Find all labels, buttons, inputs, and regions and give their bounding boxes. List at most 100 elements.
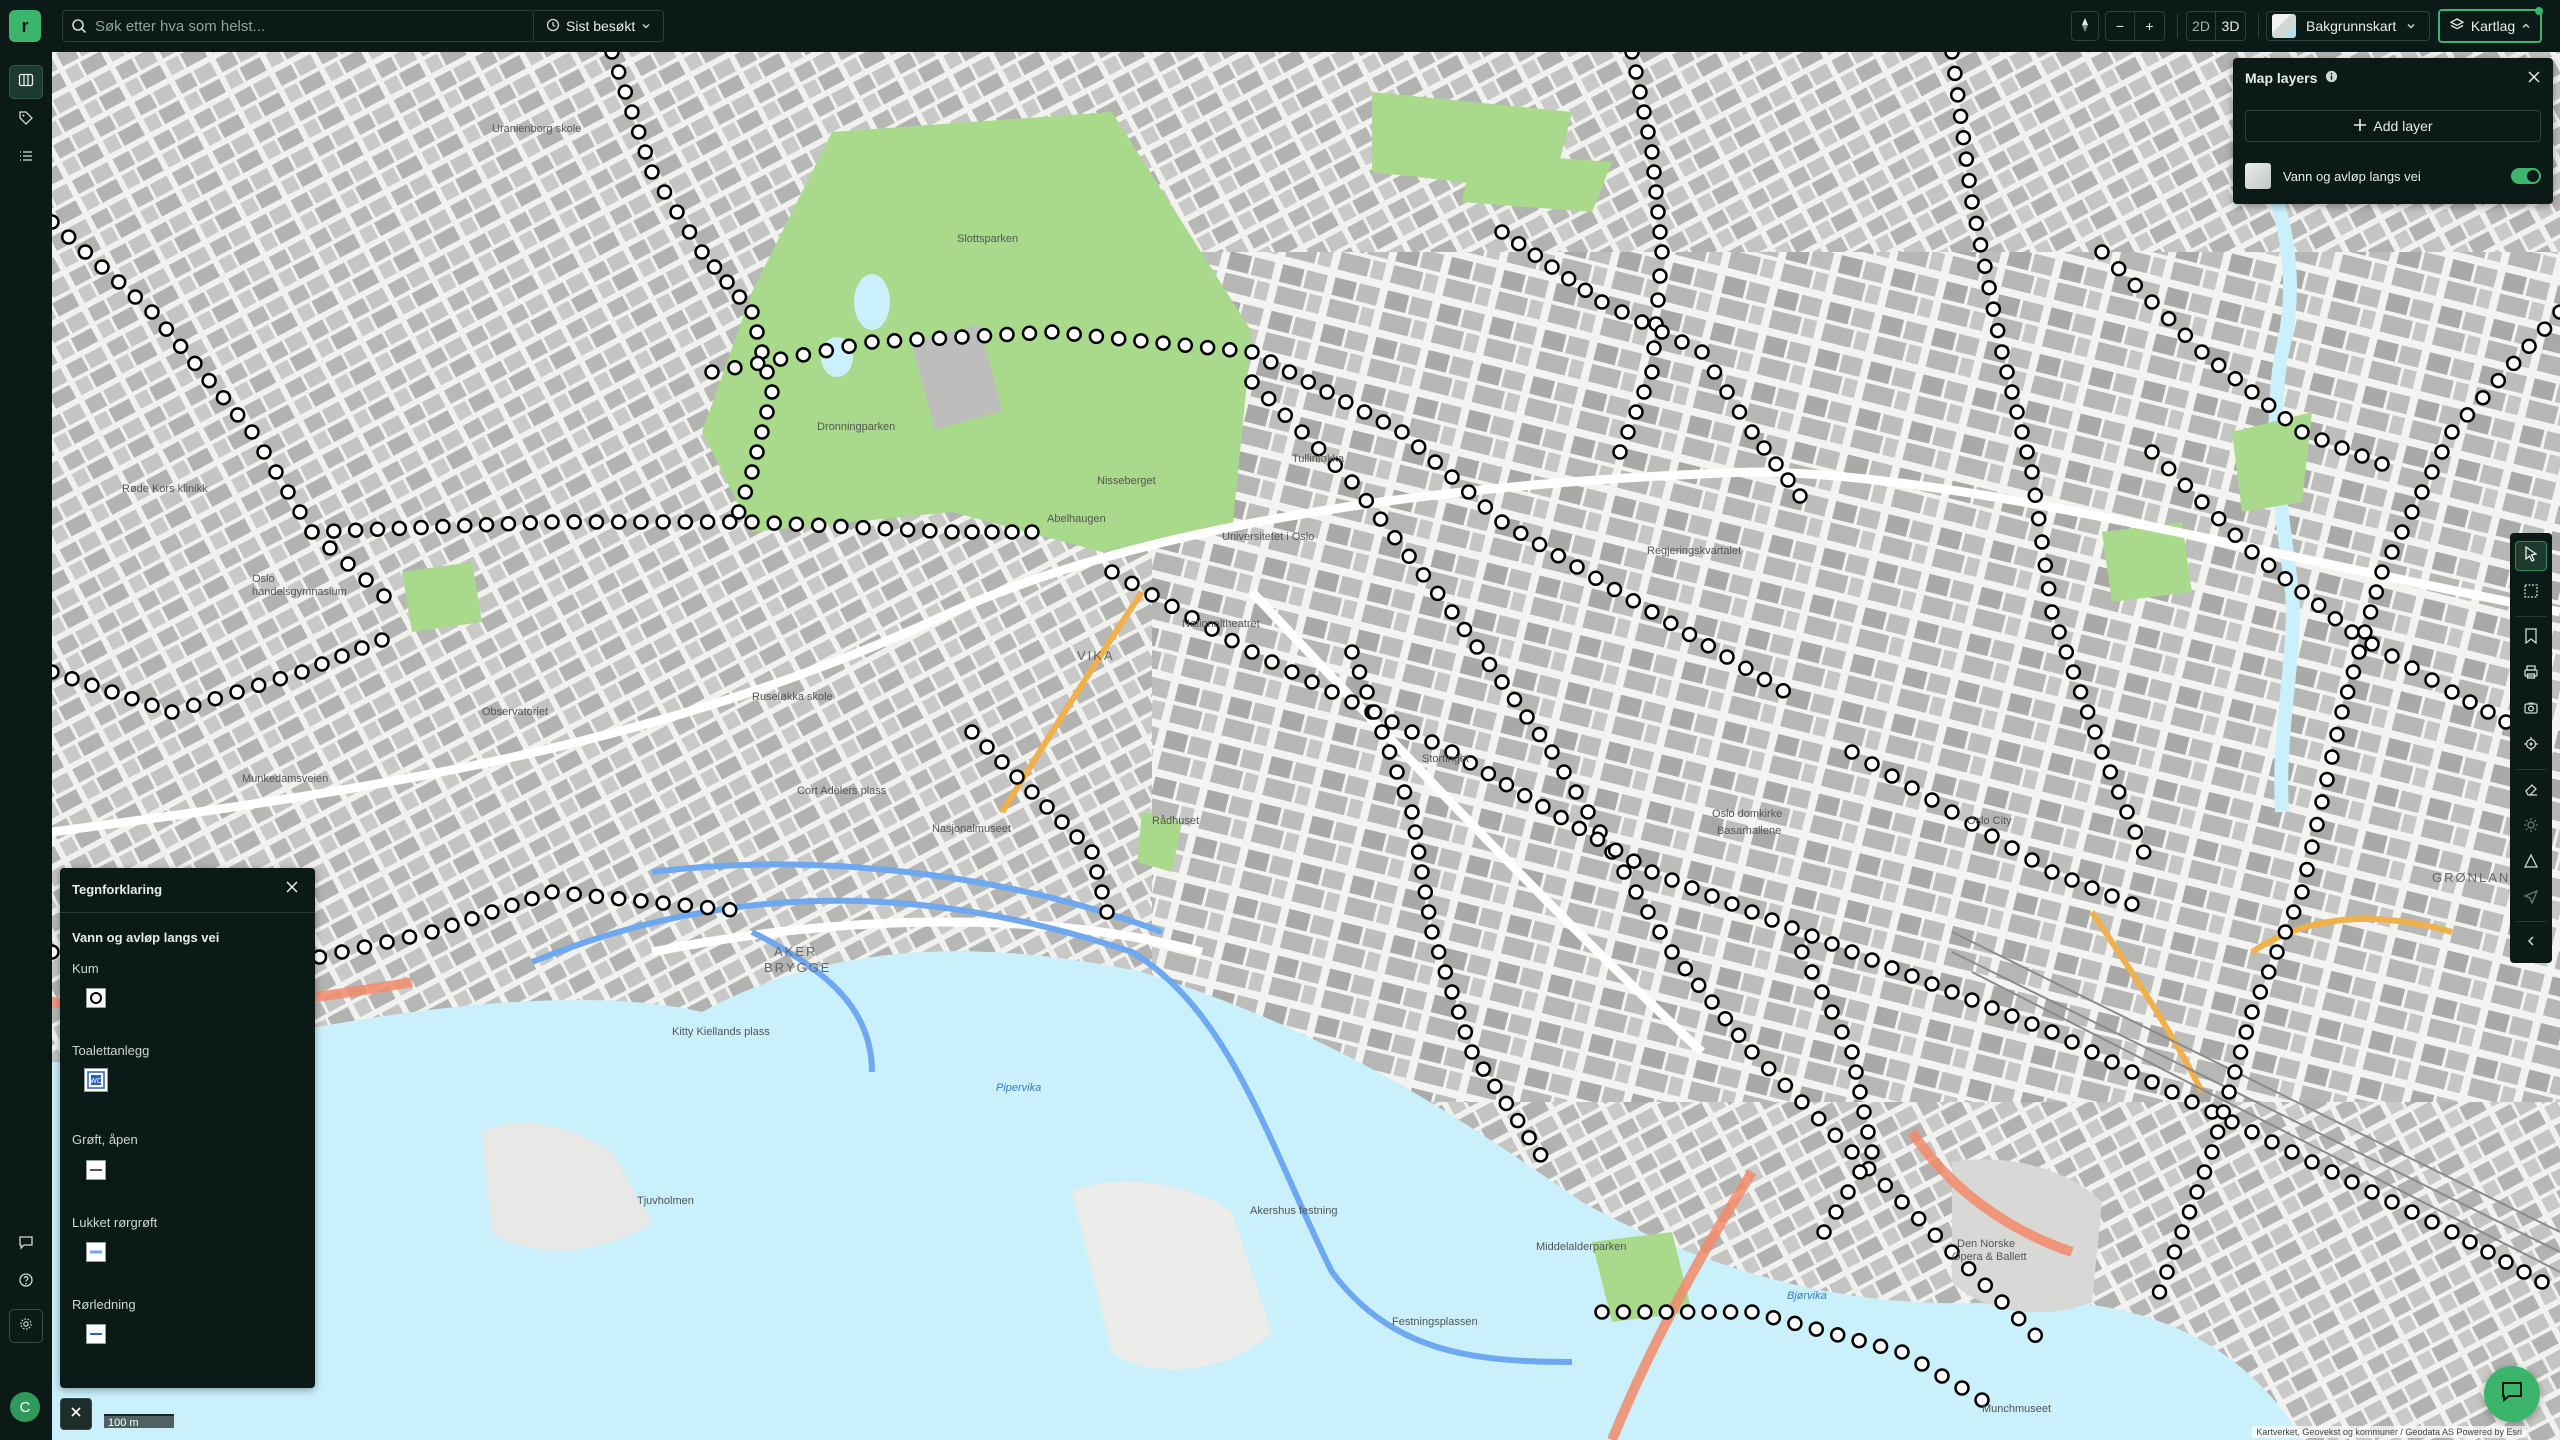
manhole-marker[interactable] bbox=[2127, 277, 2144, 294]
manhole-marker[interactable] bbox=[1577, 282, 1594, 299]
manhole-marker[interactable] bbox=[1004, 524, 1020, 540]
manhole-marker[interactable] bbox=[1650, 204, 1666, 220]
manhole-marker[interactable] bbox=[215, 389, 232, 406]
manhole-marker[interactable] bbox=[1810, 1110, 1827, 1127]
manhole-marker[interactable] bbox=[1738, 660, 1754, 677]
manhole-marker[interactable] bbox=[64, 670, 80, 687]
manhole-marker[interactable] bbox=[1792, 488, 1808, 504]
manhole-marker[interactable] bbox=[2277, 570, 2294, 587]
manhole-marker[interactable] bbox=[2414, 484, 2430, 500]
manhole-marker[interactable] bbox=[1475, 1061, 1492, 1077]
manhole-marker[interactable] bbox=[413, 519, 429, 536]
manhole-marker[interactable] bbox=[1244, 644, 1260, 660]
chat-button[interactable] bbox=[2484, 1366, 2540, 1422]
manhole-marker[interactable] bbox=[722, 902, 738, 918]
manhole-marker[interactable] bbox=[2314, 794, 2330, 810]
manhole-marker[interactable] bbox=[2160, 310, 2177, 327]
manhole-marker[interactable] bbox=[1612, 444, 1628, 460]
manhole-marker[interactable] bbox=[1828, 1204, 1844, 1220]
manhole-marker[interactable] bbox=[374, 632, 390, 648]
manhole-marker[interactable] bbox=[2444, 684, 2460, 700]
manhole-marker[interactable] bbox=[2327, 610, 2344, 627]
layers-toggle-button[interactable]: Kartlag bbox=[2438, 7, 2543, 43]
nav-help-button[interactable] bbox=[9, 1265, 43, 1299]
manhole-marker[interactable] bbox=[2284, 1144, 2300, 1160]
manhole-marker[interactable] bbox=[1260, 390, 1277, 407]
manhole-marker[interactable] bbox=[1372, 511, 1389, 527]
recent-dropdown[interactable]: Sist besøkt bbox=[534, 10, 664, 42]
manhole-marker[interactable] bbox=[1984, 1000, 2000, 1016]
manhole-marker[interactable] bbox=[2227, 1064, 2243, 1080]
manhole-marker[interactable] bbox=[1722, 1304, 1739, 1320]
manhole-marker[interactable] bbox=[1374, 724, 1390, 740]
manhole-marker[interactable] bbox=[229, 684, 245, 700]
manhole-marker[interactable] bbox=[2310, 597, 2327, 614]
manhole-marker[interactable] bbox=[1646, 164, 1662, 180]
search-input[interactable]: Søk etter hva som helst... bbox=[95, 18, 265, 35]
manhole-marker[interactable] bbox=[1477, 499, 1494, 515]
manhole-marker[interactable] bbox=[744, 304, 760, 320]
manhole-marker[interactable] bbox=[1506, 691, 1523, 708]
manhole-marker[interactable] bbox=[1531, 726, 1548, 743]
manhole-marker[interactable] bbox=[633, 514, 649, 530]
manhole-marker[interactable] bbox=[2354, 448, 2370, 464]
manhole-marker[interactable] bbox=[1021, 325, 1038, 342]
app-logo[interactable]: r bbox=[9, 10, 41, 42]
manhole-marker[interactable] bbox=[2024, 464, 2040, 480]
manhole-marker[interactable] bbox=[2309, 816, 2325, 833]
manhole-marker[interactable] bbox=[1999, 364, 2015, 380]
manhole-marker[interactable] bbox=[2339, 684, 2356, 700]
manhole-marker[interactable] bbox=[314, 656, 330, 672]
manhole-marker[interactable] bbox=[2065, 664, 2082, 680]
manhole-marker[interactable] bbox=[1658, 1304, 1675, 1320]
manhole-marker[interactable] bbox=[1690, 977, 1707, 994]
manhole-marker[interactable] bbox=[719, 274, 735, 290]
manhole-marker[interactable] bbox=[1877, 1177, 1894, 1194]
manhole-marker[interactable] bbox=[2174, 1224, 2190, 1240]
mode-2d-button[interactable]: 2D bbox=[2186, 11, 2216, 41]
manhole-marker[interactable] bbox=[2102, 764, 2119, 780]
manhole-marker[interactable] bbox=[1816, 1224, 1832, 1240]
manhole-marker[interactable] bbox=[2004, 384, 2020, 400]
manhole-marker[interactable] bbox=[2384, 544, 2400, 560]
manhole-marker[interactable] bbox=[1263, 354, 1279, 370]
manhole-marker[interactable] bbox=[1444, 469, 1460, 485]
manhole-marker[interactable] bbox=[1719, 649, 1735, 665]
manhole-marker[interactable] bbox=[944, 524, 960, 540]
manhole-marker[interactable] bbox=[604, 52, 620, 60]
manhole-marker[interactable] bbox=[1760, 1060, 1777, 1077]
manhole-marker[interactable] bbox=[1430, 944, 1447, 960]
manhole-marker[interactable] bbox=[1351, 664, 1368, 680]
manhole-marker[interactable] bbox=[954, 329, 970, 345]
manhole-marker[interactable] bbox=[1568, 784, 1584, 800]
manhole-marker[interactable] bbox=[1664, 872, 1680, 888]
manhole-marker[interactable] bbox=[899, 522, 916, 538]
manhole-marker[interactable] bbox=[1469, 639, 1485, 655]
manhole-marker[interactable] bbox=[2215, 1104, 2232, 1120]
manhole-marker[interactable] bbox=[1415, 567, 1432, 583]
manhole-marker[interactable] bbox=[1640, 904, 1656, 920]
manhole-marker[interactable] bbox=[2144, 444, 2160, 460]
manhole-marker[interactable] bbox=[617, 84, 634, 100]
manhole-marker[interactable] bbox=[1414, 864, 1430, 880]
manhole-marker[interactable] bbox=[1944, 52, 1960, 60]
manhole-marker[interactable] bbox=[2124, 896, 2140, 912]
manhole-marker[interactable] bbox=[1775, 683, 1792, 699]
manhole-marker[interactable] bbox=[1964, 194, 1980, 210]
manhole-marker[interactable] bbox=[1444, 604, 1460, 620]
manhole-marker[interactable] bbox=[624, 104, 640, 120]
manhole-marker[interactable] bbox=[2324, 1164, 2340, 1180]
manhole-marker[interactable] bbox=[2210, 510, 2227, 527]
manhole-marker[interactable] bbox=[677, 514, 694, 530]
manhole-marker[interactable] bbox=[1765, 1309, 1782, 1326]
nav-settings-button[interactable] bbox=[9, 1309, 43, 1343]
manhole-marker[interactable] bbox=[1824, 936, 1840, 952]
manhole-marker[interactable] bbox=[2252, 984, 2269, 1000]
manhole-marker[interactable] bbox=[2304, 839, 2320, 855]
manhole-marker[interactable] bbox=[1904, 968, 1920, 984]
manhole-marker[interactable] bbox=[356, 939, 373, 955]
manhole-marker[interactable] bbox=[1977, 1277, 1994, 1294]
manhole-marker[interactable] bbox=[2319, 771, 2335, 788]
manhole-marker[interactable] bbox=[1794, 1094, 1810, 1110]
manhole-marker[interactable] bbox=[1848, 1064, 1864, 1080]
